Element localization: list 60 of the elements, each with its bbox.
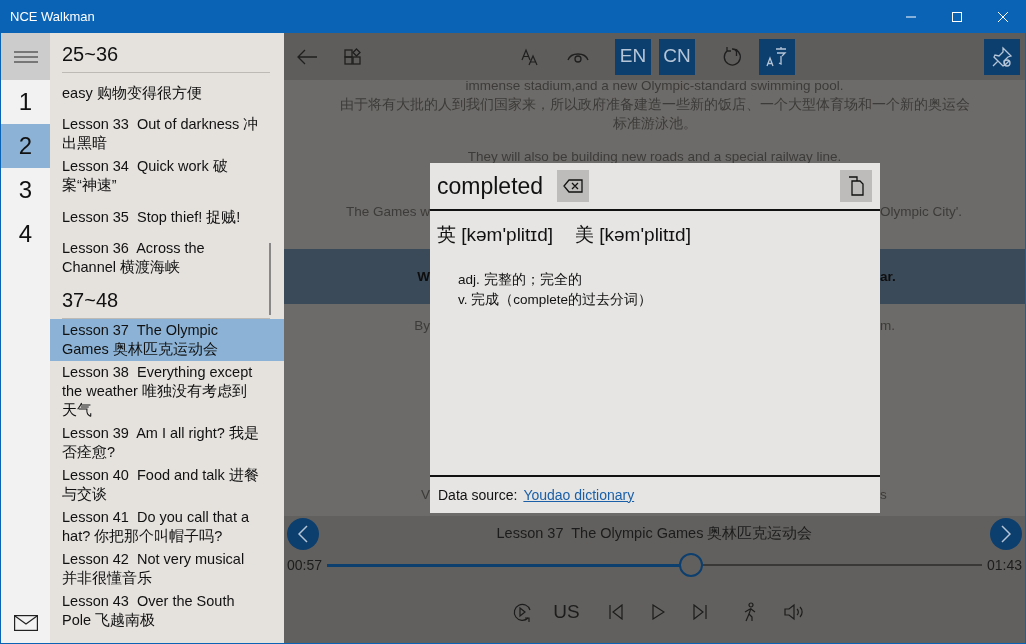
scrollbar-thumb[interactable] xyxy=(269,243,271,315)
dictionary-word: completed xyxy=(437,171,544,201)
maximize-icon xyxy=(952,11,962,22)
lesson-item[interactable]: Lesson 37 The Olympic Games 奥林匹克运动会 xyxy=(50,319,284,361)
language-button[interactable]: EN xyxy=(615,38,651,75)
book-tab[interactable]: 3 xyxy=(1,168,50,212)
lesson-item[interactable]: Lesson 40 Food and talk 进餐与交谈 xyxy=(50,464,284,506)
passage-text: ar. xyxy=(880,268,896,286)
clear-button[interactable] xyxy=(557,170,590,202)
play-icon xyxy=(650,604,665,620)
group-heading: 37~48 xyxy=(62,289,119,311)
previous-lesson-button[interactable] xyxy=(287,518,319,550)
book-tab[interactable]: 1 xyxy=(1,80,50,124)
translate-button[interactable] xyxy=(759,38,795,75)
definition-text: v. 完成（complete的过去分词） xyxy=(458,290,654,309)
elapsed-time: 00:57 xyxy=(287,555,324,575)
book-tab[interactable]: 4 xyxy=(1,212,50,256)
lesson-item[interactable]: Lesson 36 Across the Channel 横渡海峡 xyxy=(50,237,284,279)
lesson-title: Lesson 37 The Olympic Games 奥林匹克运动会 xyxy=(495,524,814,544)
copy-button[interactable] xyxy=(840,170,872,202)
menu-icon xyxy=(13,50,38,63)
source-label: Data source: xyxy=(438,485,518,505)
lesson-item[interactable]: Lesson 42 Not very musical 并非很懂音乐 xyxy=(50,548,284,590)
progress-track[interactable] xyxy=(327,553,982,577)
phonetic-text: 英 [kəm'plitɪd] xyxy=(437,223,553,247)
replay-one-icon xyxy=(721,45,743,68)
previous-lesson-icon xyxy=(298,525,308,543)
unpin-button[interactable] xyxy=(984,38,1020,75)
language-button[interactable]: CN xyxy=(659,38,695,75)
lesson-item[interactable]: Lesson 34 Quick work 破案“神速” xyxy=(50,155,284,197)
lesson-item[interactable]: easy 购物变得很方便 xyxy=(50,73,284,113)
progress-thumb[interactable] xyxy=(678,553,703,577)
close-icon xyxy=(998,11,1008,22)
passage-text: W xyxy=(416,268,430,286)
volume-icon xyxy=(783,603,806,621)
next-lesson-button[interactable] xyxy=(990,518,1022,550)
lesson-item[interactable]: Lesson 43 Over the South Pole 飞越南极 xyxy=(50,590,284,632)
copy-icon xyxy=(848,176,864,196)
mail-icon[interactable] xyxy=(13,615,38,631)
total-time: 01:43 xyxy=(985,555,1022,575)
book-tab[interactable]: 2 xyxy=(1,124,50,168)
definition-text: adj. 完整的；完全的 xyxy=(458,270,583,289)
back-arrow-icon xyxy=(296,47,318,66)
clear-icon xyxy=(563,179,584,193)
unpin-icon xyxy=(991,45,1013,68)
menu-button[interactable] xyxy=(1,33,50,80)
lesson-item[interactable]: Lesson 35 Stop thief! 捉贼! xyxy=(50,197,284,237)
phonetic-text: 美 [kəm'plitɪd] xyxy=(575,223,691,247)
window-title: NCE Walkman xyxy=(10,7,95,26)
next-icon xyxy=(692,604,707,620)
grid-icon xyxy=(344,47,362,66)
lesson-item[interactable]: Lesson 38 Everything except the weather 唯独没有考虑到天气 xyxy=(50,361,284,422)
source-link[interactable]: Youdao dictionary xyxy=(523,484,635,506)
previous-icon xyxy=(608,604,623,620)
lesson-item[interactable]: Lesson 39 Am I all right? 我是否痊愈? xyxy=(50,422,284,464)
next-lesson-icon xyxy=(1001,525,1011,543)
lesson-item[interactable]: Lesson 41 Do you call that a hat? 你把那个叫帽子吗? xyxy=(50,506,284,548)
group-heading: 25~36 xyxy=(62,43,119,65)
lesson-item[interactable]: Lesson 33 Out of darkness 冲出黑暗 xyxy=(50,113,284,155)
translate-icon xyxy=(766,45,788,68)
